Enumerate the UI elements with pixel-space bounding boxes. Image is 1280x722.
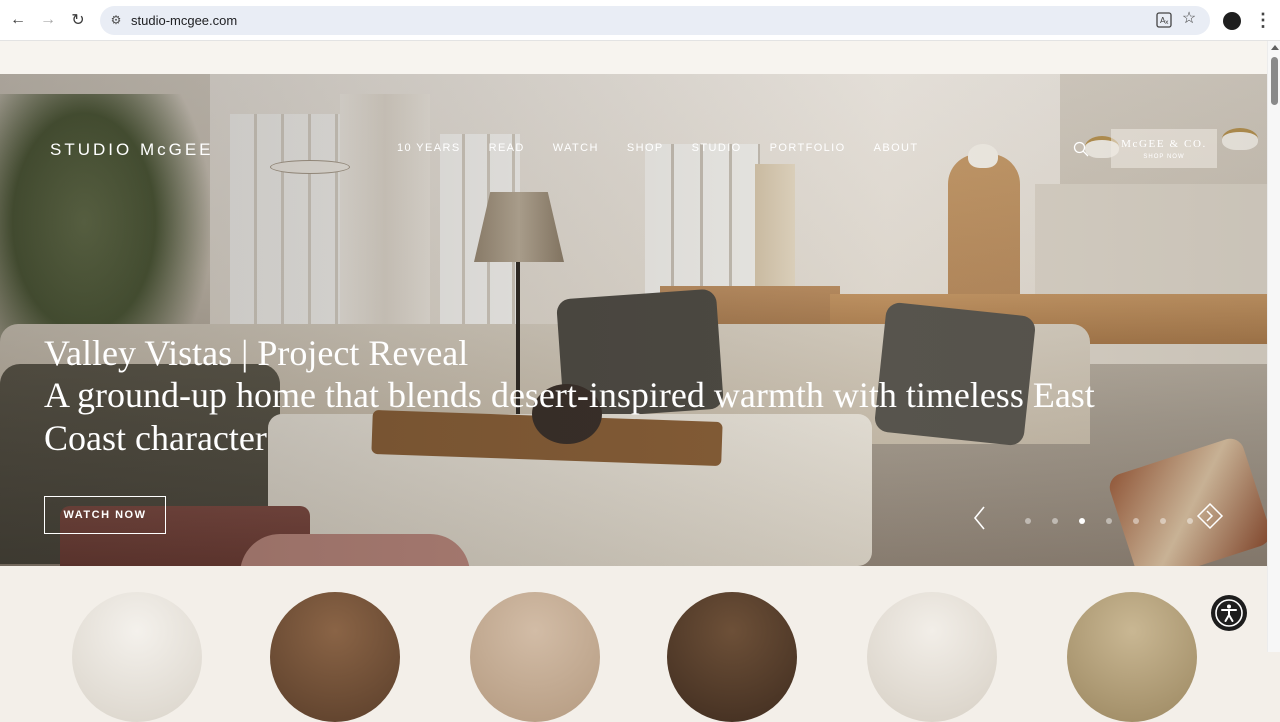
accessibility-icon[interactable] <box>1211 595 1247 631</box>
reload-icon[interactable]: ↻ <box>68 10 88 30</box>
hero-subtitle: A ground-up home that blends desert-insp… <box>44 375 1095 458</box>
chevron-left-icon[interactable] <box>970 504 990 532</box>
profile-avatar-icon[interactable] <box>1223 12 1241 30</box>
shop-button-title: McGEE & CO. <box>1121 137 1207 150</box>
main-nav: 10 YEARS READ WATCH SHOP STUDIO PORTFOLI… <box>397 142 947 154</box>
carousel-dot[interactable] <box>1187 518 1193 524</box>
category-thumbnail[interactable] <box>1067 592 1197 722</box>
site-settings-icon[interactable]: ⚙ <box>108 12 124 28</box>
carousel-dot[interactable] <box>1160 518 1166 524</box>
carousel-dot-active[interactable] <box>1079 518 1085 524</box>
hero-title[interactable]: Valley Vistas | Project Reveal <box>44 332 468 375</box>
page: STUDIO McGEE 10 YEARS READ WATCH SHOP ST… <box>0 41 1267 652</box>
search-icon[interactable] <box>1073 141 1089 157</box>
category-thumbnail[interactable] <box>270 592 400 722</box>
browser-menu-icon[interactable]: ⋮ <box>1254 10 1272 30</box>
carousel-dot[interactable] <box>1106 518 1112 524</box>
watch-now-button[interactable]: WATCH NOW <box>44 496 166 534</box>
shop-button-subtitle: SHOP NOW <box>1143 153 1185 160</box>
nav-link-portfolio[interactable]: PORTFOLIO <box>770 142 846 154</box>
nav-link-10-years[interactable]: 10 YEARS <box>397 142 461 154</box>
carousel-dot[interactable] <box>1052 518 1058 524</box>
category-thumbnail[interactable] <box>470 592 600 722</box>
browser-toolbar: ← → ↻ ⚙ studio-mcgee.com Ax ☆ ⋮ <box>0 0 1280 41</box>
nav-link-read[interactable]: READ <box>489 142 525 154</box>
forward-arrow-icon[interactable]: → <box>38 10 58 30</box>
site-logo[interactable]: STUDIO McGEE <box>50 140 214 160</box>
scroll-thumb[interactable] <box>1271 57 1278 105</box>
carousel-dot[interactable] <box>1133 518 1139 524</box>
diamond-arrow-icon[interactable] <box>1196 502 1224 530</box>
hero-banner: STUDIO McGEE 10 YEARS READ WATCH SHOP ST… <box>0 74 1267 566</box>
carousel-dot[interactable] <box>1025 518 1031 524</box>
category-thumbnail[interactable] <box>72 592 202 722</box>
top-announcement-strip <box>0 41 1267 74</box>
scroll-up-arrow-icon[interactable] <box>1271 45 1279 50</box>
page-scrollbar[interactable] <box>1267 41 1280 652</box>
category-circles-row <box>0 592 1267 722</box>
nav-link-shop[interactable]: SHOP <box>627 142 664 154</box>
translate-icon[interactable]: Ax <box>1156 12 1172 28</box>
mcgee-co-shop-button[interactable]: McGEE & CO. SHOP NOW <box>1111 129 1217 168</box>
nav-link-about[interactable]: ABOUT <box>874 142 919 154</box>
star-icon[interactable]: ☆ <box>1180 10 1198 28</box>
category-thumbnail[interactable] <box>667 592 797 722</box>
url-text[interactable]: studio-mcgee.com <box>131 13 237 28</box>
nav-link-studio[interactable]: STUDIO <box>692 142 742 154</box>
nav-link-watch[interactable]: WATCH <box>553 142 599 154</box>
category-thumbnail[interactable] <box>867 592 997 722</box>
carousel-dots <box>1025 518 1214 524</box>
svg-text:x: x <box>1165 19 1169 26</box>
address-bar[interactable]: ⚙ studio-mcgee.com Ax ☆ <box>100 6 1210 35</box>
back-arrow-icon[interactable]: ← <box>8 10 28 30</box>
